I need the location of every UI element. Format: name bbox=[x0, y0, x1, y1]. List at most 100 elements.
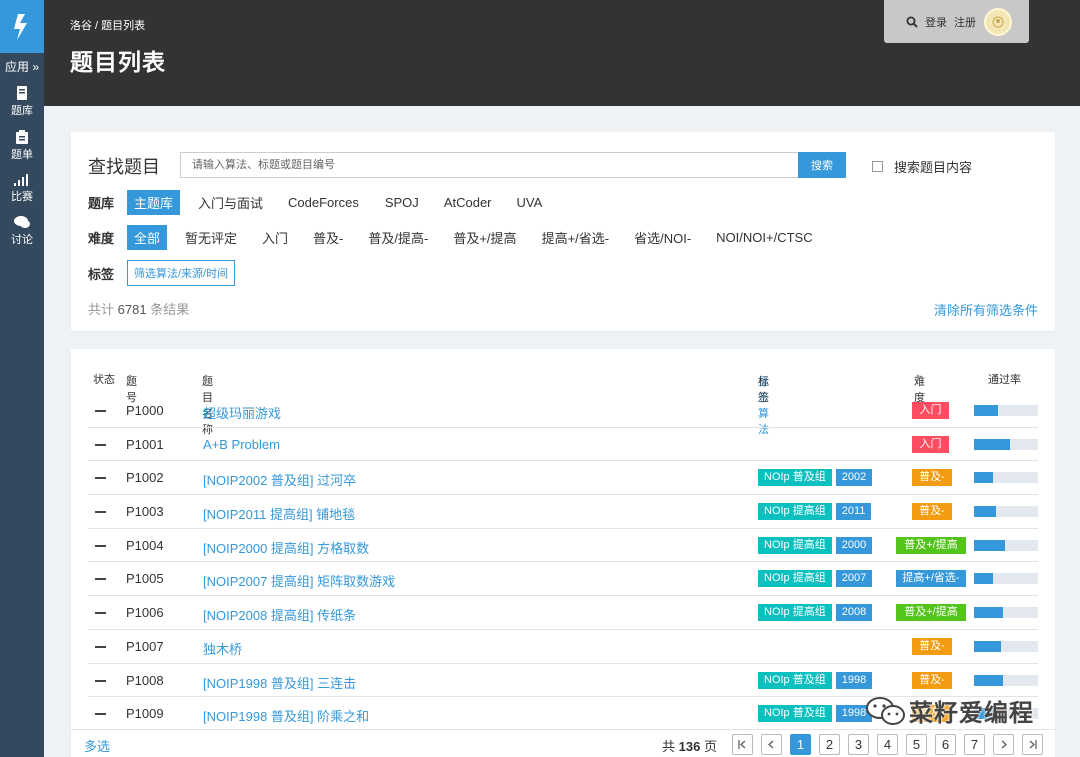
problem-title-link[interactable]: [NOIP2008 提高组] 传纸条 bbox=[203, 605, 356, 624]
problem-title-link[interactable]: [NOIP2000 提高组] 方格取数 bbox=[203, 538, 369, 557]
page-button[interactable]: 5 bbox=[906, 734, 927, 755]
clipboard-icon bbox=[16, 130, 28, 144]
last-page-icon bbox=[1029, 740, 1037, 749]
tag-filter-button[interactable]: 筛选算法/来源/时间 bbox=[127, 260, 236, 286]
problem-title-link[interactable]: 独木桥 bbox=[203, 639, 242, 658]
sidebar-item-discuss[interactable]: 讨论 bbox=[0, 216, 44, 247]
algorithm-tag[interactable]: 2007 bbox=[835, 570, 873, 588]
prev-page-button[interactable] bbox=[761, 734, 782, 755]
sidebar-item-problems[interactable]: 题库 bbox=[0, 86, 44, 118]
sidebar-item-contest[interactable]: 比赛 bbox=[0, 174, 44, 204]
pagination-bar: 多选 共 136 页 1 2 3 4 5 6 7 bbox=[71, 729, 1055, 757]
pass-rate-bar bbox=[974, 472, 1038, 484]
login-link[interactable]: 登录 bbox=[925, 14, 947, 30]
problem-title-link[interactable]: A+B Problem bbox=[203, 437, 280, 452]
wechat-icon bbox=[866, 696, 905, 725]
table-row[interactable]: P1004 [NOIP2000 提高组] 方格取数 NOIp 提高组 2000 普… bbox=[88, 529, 1038, 563]
clear-filters-link[interactable]: 清除所有筛选条件 bbox=[934, 300, 1038, 319]
pager: 1 2 3 4 5 6 7 bbox=[732, 734, 1051, 755]
filter-card: 查找题目 搜索 搜索题目内容 题库 主题库 入门与面试 CodeForces S… bbox=[71, 132, 1055, 331]
app-menu-toggle[interactable]: 应用 » bbox=[0, 58, 44, 74]
search-button[interactable]: 搜索 bbox=[798, 152, 846, 178]
algorithm-tag[interactable]: 2008 bbox=[835, 604, 873, 622]
difficulty-option[interactable]: 提高+/省选- bbox=[535, 225, 617, 250]
tag-filter-title: 标签 bbox=[88, 266, 115, 282]
problem-id: P1006 bbox=[126, 605, 164, 621]
bank-option[interactable]: 主题库 bbox=[127, 190, 181, 215]
problem-title-link[interactable]: [NOIP2002 普及组] 过河卒 bbox=[203, 470, 356, 489]
difficulty-option[interactable]: 全部 bbox=[127, 225, 168, 250]
difficulty-option[interactable]: NOI/NOI+/CTSC bbox=[709, 227, 819, 248]
table-row[interactable]: P1000 超级玛丽游戏 入门 bbox=[88, 394, 1038, 428]
algorithm-tag[interactable]: NOIp 普及组 bbox=[758, 469, 832, 487]
algorithm-tag[interactable]: 1998 bbox=[835, 671, 873, 689]
search-icon[interactable] bbox=[906, 16, 918, 28]
tag-group: NOIp 提高组 2007 bbox=[758, 570, 876, 588]
bank-option[interactable]: SPOJ bbox=[378, 192, 426, 213]
avatar[interactable] bbox=[984, 7, 1012, 36]
first-page-button[interactable] bbox=[732, 734, 753, 755]
algorithm-tag[interactable]: NOIp 提高组 bbox=[758, 604, 832, 622]
algorithm-tag[interactable]: NOIp 普及组 bbox=[758, 671, 832, 689]
watermark-text: 菜籽爱编程 bbox=[909, 700, 1034, 727]
difficulty-option[interactable]: 省选/NOI- bbox=[627, 225, 698, 250]
problem-title-link[interactable]: [NOIP2007 提高组] 矩阵取数游戏 bbox=[203, 571, 395, 590]
bank-option[interactable]: AtCoder bbox=[437, 192, 499, 213]
table-row[interactable]: P1003 [NOIP2011 提高组] 铺地毯 NOIp 提高组 2011 普及… bbox=[88, 495, 1038, 529]
register-link[interactable]: 注册 bbox=[954, 14, 976, 30]
algorithm-tag[interactable]: NOIp 普及组 bbox=[758, 705, 832, 723]
difficulty-option[interactable]: 入门 bbox=[255, 225, 295, 250]
user-panel: 登录 注册 bbox=[884, 0, 1029, 43]
page-button[interactable]: 7 bbox=[964, 734, 985, 755]
algorithm-tag[interactable]: NOIp 提高组 bbox=[758, 536, 832, 554]
difficulty-option[interactable]: 普及/提高- bbox=[361, 225, 435, 250]
difficulty-option[interactable]: 普及- bbox=[306, 225, 350, 250]
search-input[interactable] bbox=[180, 152, 799, 178]
difficulty-badge: 入门 bbox=[912, 402, 949, 419]
table-row[interactable]: P1005 [NOIP2007 提高组] 矩阵取数游戏 NOIp 提高组 2007… bbox=[88, 562, 1038, 597]
pass-rate-bar bbox=[974, 573, 1038, 585]
algorithm-tag[interactable]: NOIp 提高组 bbox=[758, 503, 832, 521]
sidebar-item-training[interactable]: 题单 bbox=[0, 130, 44, 162]
status-dash-icon bbox=[95, 544, 106, 547]
breadcrumb[interactable]: 洛谷 / 题目列表 bbox=[70, 17, 145, 33]
status-dash-icon bbox=[95, 410, 106, 412]
problem-title-link[interactable]: [NOIP1998 普及组] 阶乘之和 bbox=[203, 706, 369, 725]
page-button[interactable]: 6 bbox=[935, 734, 956, 755]
problem-title-link[interactable]: 超级玛丽游戏 bbox=[203, 403, 281, 422]
algorithm-tag[interactable]: 2000 bbox=[835, 536, 873, 554]
tag-group: NOIp 普及组 1998 bbox=[758, 671, 876, 689]
signal-icon bbox=[14, 174, 28, 186]
algorithm-tag[interactable]: 2011 bbox=[835, 503, 872, 521]
algorithm-tag[interactable]: 2002 bbox=[835, 469, 873, 487]
bank-option[interactable]: UVA bbox=[510, 192, 550, 213]
sidebar: 应用 » 题库 题单 比赛 讨论 bbox=[0, 0, 44, 757]
last-page-button[interactable] bbox=[1022, 734, 1043, 755]
difficulty-badge: 普及+/提高 bbox=[896, 536, 966, 554]
pass-rate-fill bbox=[974, 573, 994, 585]
problem-title-link[interactable]: [NOIP1998 普及组] 三连击 bbox=[203, 673, 356, 692]
page-button[interactable]: 4 bbox=[877, 734, 898, 755]
search-content-option[interactable]: 搜索题目内容 bbox=[872, 157, 972, 176]
page-button[interactable]: 2 bbox=[819, 734, 840, 755]
page-button[interactable]: 3 bbox=[848, 734, 869, 755]
table-row[interactable]: P1007 独木桥 普及- bbox=[88, 630, 1038, 664]
page-button[interactable]: 1 bbox=[790, 734, 811, 755]
table-row[interactable]: P1002 [NOIP2002 普及组] 过河卒 NOIp 普及组 2002 普及… bbox=[88, 461, 1038, 496]
sidebar-item-label: 题库 bbox=[11, 105, 33, 117]
bank-option[interactable]: 入门与面试 bbox=[191, 190, 270, 215]
table-row[interactable]: P1001 A+B Problem 入门 bbox=[88, 428, 1038, 462]
multi-select-link[interactable]: 多选 bbox=[84, 736, 110, 755]
tag-group: NOIp 普及组 2002 bbox=[758, 469, 876, 487]
problem-title-link[interactable]: [NOIP2011 提高组] 铺地毯 bbox=[203, 504, 355, 523]
luogu-logo[interactable] bbox=[0, 0, 44, 53]
search-content-checkbox[interactable] bbox=[872, 161, 883, 172]
table-row[interactable]: P1006 [NOIP2008 提高组] 传纸条 NOIp 提高组 2008 普及… bbox=[88, 596, 1038, 630]
difficulty-option[interactable]: 普及+/提高 bbox=[446, 225, 523, 250]
algorithm-tag[interactable]: NOIp 提高组 bbox=[758, 570, 832, 588]
next-page-button[interactable] bbox=[993, 734, 1014, 755]
difficulty-option[interactable]: 暂无评定 bbox=[178, 225, 244, 250]
table-header: 状态 题号 ⬍ 题目名称 ⬍ 显示算法 标签 难度 ⬍ 通过率 bbox=[71, 369, 1055, 436]
bank-filter-row: 题库 主题库 入门与面试 CodeForces SPOJ AtCoder UVA bbox=[88, 190, 560, 215]
bank-option[interactable]: CodeForces bbox=[281, 192, 366, 213]
